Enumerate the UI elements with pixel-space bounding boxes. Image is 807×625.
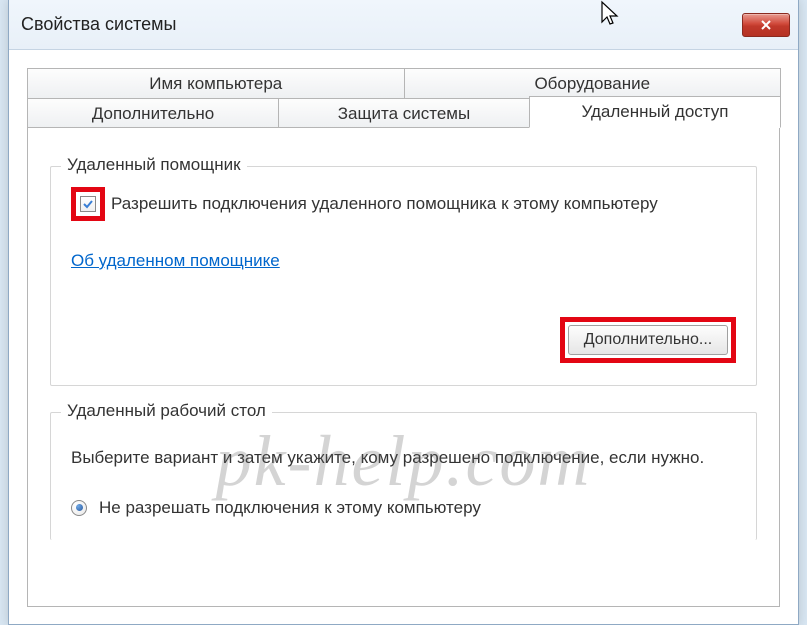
content-area: Имя компьютера Оборудование Дополнительн… [9, 50, 798, 607]
close-button[interactable] [742, 13, 790, 37]
tab-label: Имя компьютера [149, 74, 282, 94]
tab-label: Удаленный доступ [582, 102, 729, 122]
remote-assistant-group: Удаленный помощник Разрешить подключения… [50, 166, 757, 386]
system-properties-window: Свойства системы Имя компьютера Оборудов… [8, 0, 799, 625]
radio-dot-icon [76, 504, 83, 511]
remote-desktop-group: Удаленный рабочий стол Выберите вариант … [50, 412, 757, 540]
description-text: Выберите вариант и затем укажите, кому р… [71, 447, 736, 470]
tab-computer-name[interactable]: Имя компьютера [27, 68, 405, 98]
checkbox-label: Разрешить подключения удаленного помощни… [111, 193, 736, 216]
tab-panel-remote: Удаленный помощник Разрешить подключения… [27, 127, 780, 607]
tab-row-1: Имя компьютера Оборудование [27, 68, 780, 98]
radio-row: Не разрешать подключения к этому компьют… [71, 498, 736, 518]
cursor-icon [600, 0, 620, 33]
tab-remote-access[interactable]: Удаленный доступ [529, 96, 781, 128]
group-legend: Удаленный рабочий стол [61, 401, 272, 421]
highlight-box: Дополнительно... [560, 317, 736, 363]
highlight-box [71, 187, 105, 221]
button-label: Дополнительно... [584, 331, 713, 349]
checkbox-row: Разрешить подключения удаленного помощни… [71, 191, 736, 225]
allow-remote-assist-checkbox[interactable] [80, 196, 96, 212]
tab-advanced[interactable]: Дополнительно [27, 98, 279, 128]
button-row: Дополнительно... [71, 317, 736, 363]
radio-no-connections[interactable] [71, 500, 87, 516]
about-remote-assistant-link[interactable]: Об удаленном помощнике [71, 251, 280, 271]
group-legend: Удаленный помощник [61, 155, 247, 175]
tab-label: Защита системы [338, 104, 470, 124]
tab-hardware[interactable]: Оборудование [404, 68, 782, 98]
tab-row-2: Дополнительно Защита системы Удаленный д… [27, 98, 780, 128]
radio-label: Не разрешать подключения к этому компьют… [99, 498, 481, 518]
tabs-container: Имя компьютера Оборудование Дополнительн… [27, 68, 780, 607]
tab-label: Дополнительно [92, 104, 214, 124]
title-bar: Свойства системы [9, 0, 798, 50]
window-title: Свойства системы [21, 14, 176, 35]
check-icon [82, 198, 94, 210]
advanced-button[interactable]: Дополнительно... [568, 325, 728, 355]
tab-label: Оборудование [534, 74, 650, 94]
close-icon [760, 19, 772, 31]
tab-system-protection[interactable]: Защита системы [278, 98, 530, 128]
